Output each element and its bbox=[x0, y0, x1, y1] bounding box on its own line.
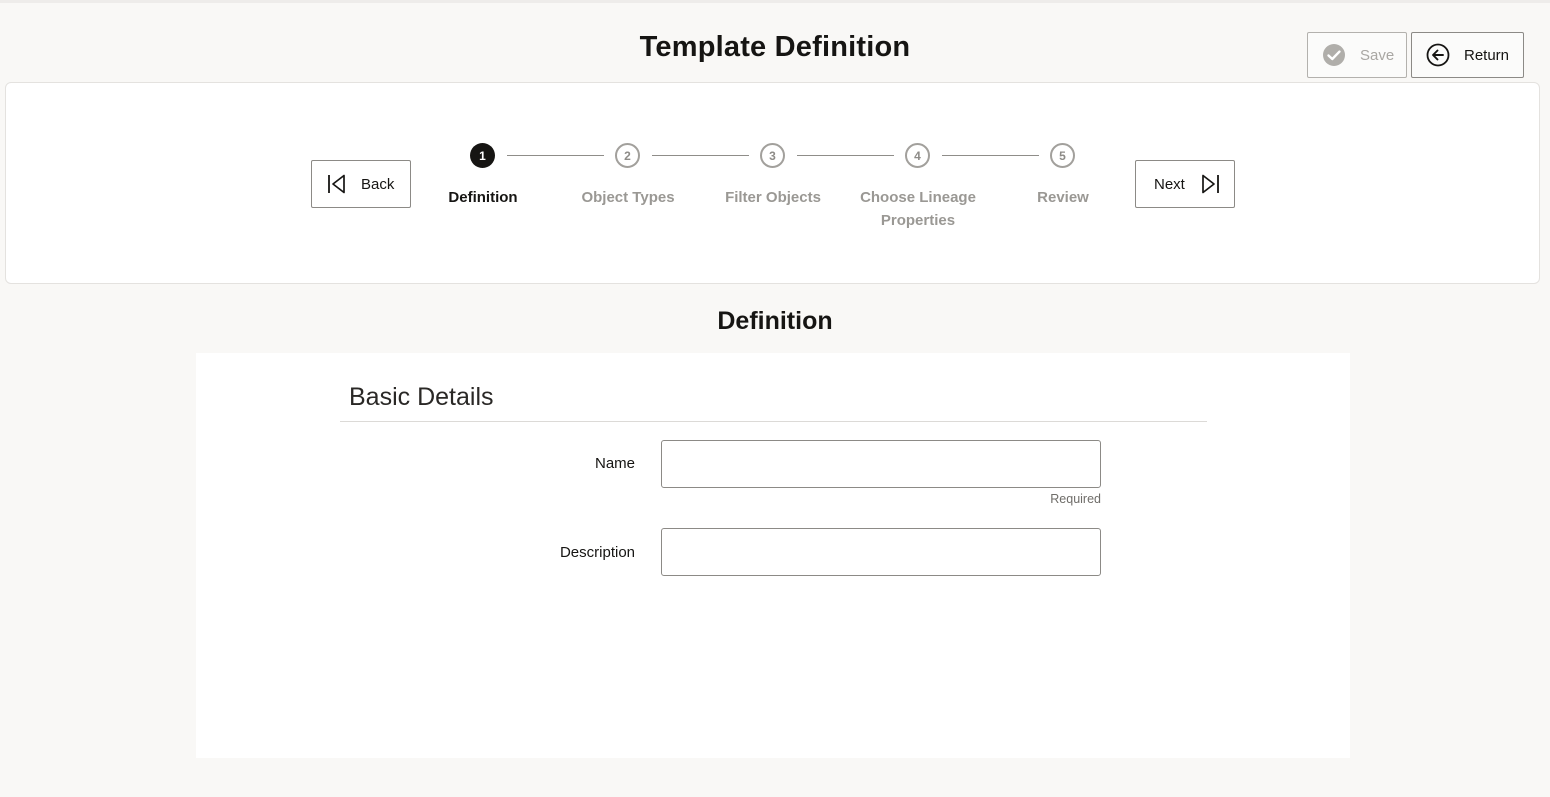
check-circle-icon bbox=[1323, 44, 1345, 66]
last-page-icon bbox=[1201, 174, 1219, 194]
step-2-label: Object Types bbox=[581, 189, 675, 206]
step-1-indicator[interactable]: 1 bbox=[470, 143, 495, 168]
back-button-label: Back bbox=[361, 175, 395, 193]
required-helper-text: Required bbox=[1050, 492, 1101, 506]
step-connector bbox=[652, 155, 749, 156]
description-input[interactable] bbox=[661, 528, 1101, 576]
step-connector bbox=[942, 155, 1039, 156]
step-5-indicator[interactable]: 5 bbox=[1050, 143, 1075, 168]
step-5-label: Review bbox=[1037, 189, 1089, 206]
step-1-label: Definition bbox=[448, 189, 518, 206]
save-button-label: Save bbox=[1360, 46, 1395, 64]
section-divider bbox=[340, 421, 1207, 422]
save-button[interactable]: Save bbox=[1307, 32, 1407, 78]
top-border bbox=[0, 0, 1550, 3]
step-connector bbox=[507, 155, 604, 156]
name-input[interactable] bbox=[661, 440, 1101, 488]
description-label: Description bbox=[559, 544, 635, 561]
step-2-indicator[interactable]: 2 bbox=[615, 143, 640, 168]
next-button-label: Next bbox=[1154, 175, 1185, 193]
step-4-indicator[interactable]: 4 bbox=[905, 143, 930, 168]
return-button[interactable]: Return bbox=[1411, 32, 1524, 78]
step-train-card bbox=[5, 82, 1540, 284]
first-page-icon bbox=[328, 174, 345, 194]
step-3-indicator[interactable]: 3 bbox=[760, 143, 785, 168]
section-title: Definition bbox=[717, 307, 833, 335]
next-button[interactable]: Next bbox=[1135, 160, 1235, 208]
name-label: Name bbox=[594, 455, 635, 472]
step-4-label: Choose Lineage Properties bbox=[860, 189, 976, 229]
return-button-label: Return bbox=[1464, 46, 1510, 64]
step-connector bbox=[797, 155, 894, 156]
step-3-label: Filter Objects bbox=[725, 189, 821, 206]
back-button[interactable]: Back bbox=[311, 160, 411, 208]
arrow-left-circle-icon bbox=[1426, 43, 1450, 67]
basic-details-heading: Basic Details bbox=[349, 383, 494, 411]
